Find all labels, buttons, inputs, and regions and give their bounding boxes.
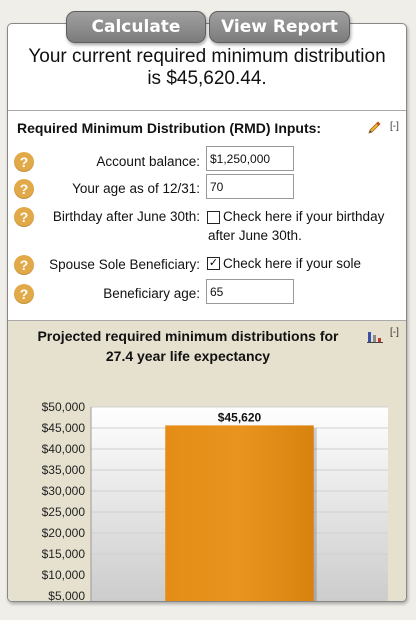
help-icon[interactable]: ?	[14, 255, 34, 275]
birthday-checkbox[interactable]	[207, 211, 220, 224]
beneficiary-age-label: Beneficiary age:	[103, 286, 200, 301]
age-input[interactable]	[206, 174, 294, 199]
spouse-checkbox[interactable]: ✓	[207, 257, 220, 270]
view-report-button[interactable]: View Report	[209, 11, 350, 43]
y-tick-label: $25,000	[42, 505, 86, 519]
y-tick-label: $40,000	[42, 442, 86, 456]
pencil-icon[interactable]	[366, 120, 382, 136]
help-icon[interactable]: ?	[14, 179, 34, 199]
result-line-1: Your current required minimum distributi…	[28, 46, 386, 67]
age-label: Your age as of 12/31:	[72, 181, 200, 196]
chart-section: Projected required minimum distributions…	[8, 321, 406, 602]
inputs-title: Required Minimum Distribution (RMD) Inpu…	[17, 120, 322, 136]
y-tick-label: $35,000	[42, 463, 86, 477]
birthday-text-line-1: Check here if your birthday	[223, 209, 385, 224]
result-summary: Your current required minimum distributi…	[8, 46, 406, 90]
y-tick-label: $10,000	[42, 568, 86, 582]
inputs-collapse-toggle[interactable]: [-]	[390, 121, 399, 132]
bar	[165, 425, 314, 601]
y-tick-label: $45,000	[42, 421, 86, 435]
bar-data-label: $45,620	[218, 410, 262, 424]
account-balance-label: Account balance:	[96, 154, 200, 169]
calculator-panel: Your current required minimum distributi…	[7, 23, 407, 602]
y-tick-label: $5,000	[48, 589, 85, 602]
birthday-label: Birthday after June 30th:	[52, 209, 200, 224]
beneficiary-age-input[interactable]	[206, 279, 294, 304]
rmd-bar-chart: $0$5,000$10,000$15,000$20,000$25,000$30,…	[42, 400, 388, 602]
birthday-checkbox-text: Check here if your birthday after June 3…	[208, 207, 385, 245]
y-tick-label: $50,000	[42, 400, 86, 414]
calculate-button[interactable]: Calculate	[66, 11, 206, 43]
help-icon[interactable]: ?	[14, 284, 34, 304]
help-icon[interactable]: ?	[14, 207, 34, 227]
y-tick-label: $30,000	[42, 484, 86, 498]
y-tick-label: $20,000	[42, 526, 86, 540]
result-line-2: is $45,620.44.	[147, 68, 267, 89]
account-balance-input[interactable]	[206, 146, 294, 171]
birthday-text-line-2: after June 30th.	[208, 228, 302, 243]
spouse-label: Spouse Sole Beneficiary:	[49, 257, 200, 272]
inputs-section: Required Minimum Distribution (RMD) Inpu…	[8, 110, 406, 321]
y-tick-label: $15,000	[42, 547, 86, 561]
help-icon[interactable]: ?	[14, 152, 34, 172]
spouse-checkbox-text: Check here if your sole	[223, 256, 362, 271]
